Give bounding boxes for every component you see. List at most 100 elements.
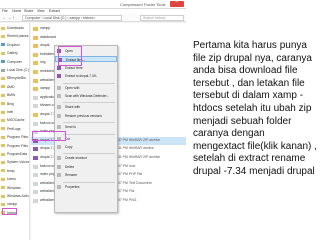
context-menu-item[interactable]: Copy — [55, 144, 117, 150]
context-menu-label: Send to — [65, 125, 76, 130]
sidebar-item[interactable]: PerfLogs — [1, 126, 29, 132]
file-row[interactable]: dashboard — [31, 34, 186, 42]
folder-icon — [33, 61, 38, 66]
sidebar-item-label: Program Files (x86) — [7, 143, 29, 148]
context-menu-item[interactable]: Rename — [55, 172, 117, 178]
menu-icon — [57, 156, 61, 161]
sidebar-item[interactable]: $RecycleBin — [1, 75, 29, 81]
context-menu-item[interactable]: Delete — [55, 164, 117, 170]
sidebar-item-label: AMD — [7, 84, 15, 89]
context-menu-item[interactable]: Open with — [55, 85, 117, 91]
folder-icon — [33, 27, 38, 31]
sidebar-item[interactable]: ProgramData — [1, 151, 29, 157]
context-menu-label: Rename — [65, 173, 78, 178]
file-icon — [33, 181, 38, 186]
sidebar-item[interactable]: Windows — [1, 185, 29, 191]
folder-icon — [1, 110, 5, 114]
menu-separator — [63, 122, 115, 124]
menu-separator — [63, 102, 115, 104]
sidebar-item[interactable]: System Volume — [1, 159, 29, 165]
window-title: Compressed Folder Tools — [120, 2, 166, 7]
context-menu-item[interactable]: Share with — [55, 104, 117, 110]
sidebar-item[interactable]: Windows Activation — [1, 193, 29, 199]
sidebar-item[interactable]: MSOCache — [1, 117, 29, 123]
sidebar-item-label: Users — [7, 177, 16, 182]
sidebar-item[interactable]: Intel — [1, 109, 29, 115]
context-menu-item[interactable]: Create shortcut — [55, 155, 117, 161]
folder-icon — [1, 194, 5, 198]
sidebar-item[interactable]: Dropbox — [1, 42, 29, 48]
context-menu-label: Share with — [65, 105, 81, 110]
sidebar-item[interactable]: BMW — [1, 92, 29, 98]
context-menu-item[interactable]: Scan with Windows Defender... — [55, 93, 117, 99]
back-forward-icon[interactable]: ← → ↑ — [2, 15, 14, 20]
folder-blue-icon — [1, 43, 5, 47]
folder-icon — [1, 202, 5, 206]
sidebar-item[interactable]: Local Disk (C:) — [1, 67, 29, 73]
file-row[interactable]: xampp — [31, 25, 186, 33]
sidebar-item[interactable]: Recent places — [1, 33, 29, 39]
shield-icon — [57, 94, 61, 98]
file-name: xampp — [40, 86, 51, 91]
sidebar-item[interactable]: Gallery — [1, 50, 29, 56]
folder-icon — [33, 87, 38, 92]
sidebar-item-label: Computer — [7, 59, 22, 64]
sidebar-item[interactable]: Users — [1, 176, 29, 182]
sidebar-item-label: System Volume — [7, 160, 29, 165]
sidebar-item-label: Local Disk (C:) — [7, 68, 29, 72]
file-icon — [33, 104, 38, 109]
sidebar-item-label: Recent places — [7, 34, 29, 39]
file-name: index.php — [40, 172, 55, 177]
context-menu-item[interactable]: Properties — [55, 184, 117, 190]
file-type: WinRAR archive — [129, 146, 154, 151]
folder-icon — [1, 26, 5, 30]
folder-icon — [1, 102, 5, 106]
computer-icon — [1, 60, 5, 64]
title-bar: Compressed Folder Tools × — [0, 0, 186, 9]
folder-icon — [1, 144, 5, 148]
menu-separator — [63, 181, 115, 183]
search-input[interactable]: Search htdocs — [140, 15, 184, 21]
folder-icon — [1, 51, 5, 55]
sidebar-item[interactable]: Downloads — [1, 25, 29, 31]
context-menu-item[interactable]: Send to — [55, 124, 117, 130]
sidebar-item[interactable]: xampp — [1, 201, 29, 207]
highlight-htdocs-box — [2, 208, 17, 215]
rar-icon — [33, 156, 38, 160]
sidebar-item[interactable]: Program Files (x86) — [1, 143, 29, 149]
context-menu: Open Extract files... Extract Here Extract … — [54, 45, 118, 213]
sidebar-item[interactable]: temp — [1, 168, 29, 174]
sidebar-item-label: MSOCache — [7, 118, 25, 123]
context-menu-item[interactable]: Extract to drupal-7.34\ — [55, 73, 117, 79]
highlight-extract-box — [58, 46, 82, 66]
file-name: forbidden — [40, 51, 55, 56]
folder-icon — [33, 113, 38, 117]
address-path[interactable]: Computer › Local Disk (C:) › xampp › htd… — [22, 15, 122, 21]
file-icon — [33, 164, 38, 169]
file-type: WinRAR ZIP archive — [129, 155, 161, 159]
file-name: img — [40, 60, 46, 65]
sidebar-item-label: xampp — [7, 202, 18, 207]
context-menu-label: Extract Here — [65, 65, 83, 70]
close-icon[interactable]: × — [170, 0, 184, 7]
rar-icon — [57, 74, 61, 79]
file-name: restricted — [40, 69, 54, 73]
sidebar-item[interactable]: AMD — [1, 84, 29, 90]
file-type: PHP File — [129, 172, 143, 177]
sidebar-item-label: PerfLogs — [7, 126, 21, 131]
sidebar-item[interactable]: Bing — [1, 101, 29, 107]
instruction-text: Pertama kita harus punya file zip drupal… — [193, 40, 317, 177]
folder-icon — [1, 118, 5, 122]
file-name: dashboard — [40, 34, 57, 39]
folder-icon — [33, 70, 38, 74]
folder-icon — [33, 52, 38, 57]
menu-icon — [57, 164, 61, 169]
file-type: Text Document — [129, 180, 152, 185]
file-icon — [33, 199, 38, 203]
folder-icon — [1, 93, 5, 97]
context-menu-item[interactable]: Restore previous versions — [55, 113, 117, 119]
sidebar-item[interactable]: Computer — [1, 59, 29, 65]
file-name: drupal — [40, 43, 50, 48]
sidebar-item[interactable]: Program Files — [1, 134, 29, 140]
folder-icon — [33, 44, 38, 49]
